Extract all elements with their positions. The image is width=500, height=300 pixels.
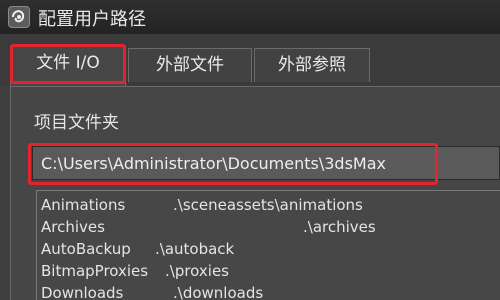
path-name: BitmapProxies — [41, 262, 149, 280]
tab-file-io[interactable]: 文件 I/O — [10, 46, 126, 86]
paths-list[interactable]: Animations .\sceneassets\animations Arch… — [36, 190, 500, 300]
app-icon — [8, 6, 30, 28]
tab-bar: 文件 I/O 外部文件 外部参照 — [0, 34, 500, 86]
path-name: AutoBackup — [41, 240, 131, 258]
list-item[interactable]: Downloads .\downloads — [41, 282, 500, 300]
path-value: .\archives — [303, 218, 376, 236]
window-title: 配置用户路径 — [38, 9, 146, 30]
tab-xrefs[interactable]: 外部参照 — [254, 48, 370, 82]
list-item[interactable]: BitmapProxies .\proxies — [41, 260, 500, 282]
path-value: .\proxies — [165, 262, 229, 280]
title-bar: 配置用户路径 — [0, 0, 500, 35]
list-item[interactable]: Archives .\archives — [41, 216, 500, 238]
list-item[interactable]: Animations .\sceneassets\animations — [41, 194, 500, 216]
path-name: Downloads — [41, 284, 124, 300]
path-name: Archives — [41, 218, 105, 236]
list-item[interactable]: AutoBackup .\autoback — [41, 238, 500, 260]
tab-external-files[interactable]: 外部文件 — [128, 48, 252, 82]
path-value: .\sceneassets\animations — [173, 196, 363, 214]
path-value: .\downloads — [173, 284, 264, 300]
path-value: .\autoback — [155, 240, 235, 258]
project-folder-input[interactable] — [32, 146, 500, 180]
project-folder-label: 项目文件夹 — [34, 113, 119, 133]
path-name: Animations — [41, 196, 126, 214]
